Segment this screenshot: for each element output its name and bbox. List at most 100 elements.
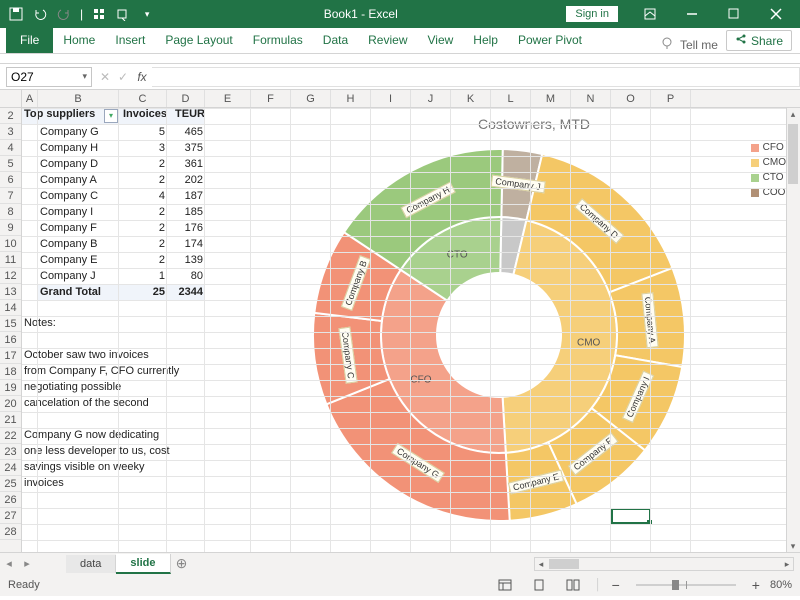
share-button[interactable]: Share <box>726 30 792 51</box>
col-header-P[interactable]: P <box>651 90 691 107</box>
name-box-dropdown-icon[interactable]: ▾ <box>82 71 87 82</box>
row-header-7[interactable]: 7 <box>0 188 21 204</box>
cell-grand-total-invoices[interactable]: 25 <box>119 284 167 300</box>
sheet-nav-last-icon[interactable]: ▸ <box>18 557 36 570</box>
col-header-M[interactable]: M <box>531 90 571 107</box>
cell-supplier-6[interactable]: Company F <box>38 220 119 236</box>
cell-teur-7[interactable]: 174 <box>167 236 205 252</box>
hscroll-thumb[interactable] <box>549 559 579 569</box>
tab-page-layout[interactable]: Page Layout <box>155 28 242 53</box>
cell-grand-total-teur[interactable]: 2344 <box>167 284 205 300</box>
vertical-scrollbar[interactable]: ▴ ▾ <box>786 108 800 552</box>
row-header-27[interactable]: 27 <box>0 508 21 524</box>
sheet-tab-slide[interactable]: slide <box>116 554 170 574</box>
cell-teur-5[interactable]: 185 <box>167 204 205 220</box>
row-header-13[interactable]: 13 <box>0 284 21 300</box>
cell-invoices-1[interactable]: 3 <box>119 140 167 156</box>
row-header-8[interactable]: 8 <box>0 204 21 220</box>
tab-home[interactable]: Home <box>53 28 105 53</box>
qat-customize-icon[interactable]: ▾ <box>139 6 155 22</box>
scroll-right-icon[interactable]: ▸ <box>781 558 793 570</box>
tab-power-pivot[interactable]: Power Pivot <box>508 28 592 53</box>
row-header-6[interactable]: 6 <box>0 172 21 188</box>
cell-invoices-4[interactable]: 4 <box>119 188 167 204</box>
cell-teur-2[interactable]: 361 <box>167 156 205 172</box>
tab-review[interactable]: Review <box>358 28 417 53</box>
cell-invoices-3[interactable]: 2 <box>119 172 167 188</box>
vscroll-thumb[interactable] <box>788 124 798 184</box>
zoom-knob[interactable] <box>672 580 679 590</box>
zoom-slider[interactable] <box>636 584 736 586</box>
close-button[interactable] <box>756 0 796 28</box>
row-header-23[interactable]: 23 <box>0 444 21 460</box>
row-header-3[interactable]: 3 <box>0 124 21 140</box>
cell-invoices-7[interactable]: 2 <box>119 236 167 252</box>
row-header-22[interactable]: 22 <box>0 428 21 444</box>
fx-icon[interactable]: fx <box>132 70 152 84</box>
cell-supplier-0[interactable]: Company G <box>38 124 119 140</box>
tab-formulas[interactable]: Formulas <box>243 28 313 53</box>
col-header-I[interactable]: I <box>371 90 411 107</box>
row-header-10[interactable]: 10 <box>0 236 21 252</box>
scroll-up-icon[interactable]: ▴ <box>787 108 799 120</box>
row-header-9[interactable]: 9 <box>0 220 21 236</box>
row-header-21[interactable]: 21 <box>0 412 21 428</box>
cell-teur-1[interactable]: 375 <box>167 140 205 156</box>
redo-icon[interactable] <box>56 6 72 22</box>
zoom-in-button[interactable]: + <box>752 577 760 593</box>
save-icon[interactable] <box>8 6 24 22</box>
name-box[interactable]: O27 ▾ <box>6 67 92 87</box>
cell-invoices-6[interactable]: 2 <box>119 220 167 236</box>
col-header-B[interactable]: B <box>38 90 119 107</box>
col-header-H[interactable]: H <box>331 90 371 107</box>
col-header-F[interactable]: F <box>251 90 291 107</box>
qat-addin-icon[interactable] <box>115 6 131 22</box>
col-header-E[interactable]: E <box>205 90 251 107</box>
sunburst-chart[interactable]: Costowners, MTD CFO CMO CTO COO CMOCFOCT… <box>274 112 794 542</box>
cell-supplier-8[interactable]: Company E <box>38 252 119 268</box>
row-header-24[interactable]: 24 <box>0 460 21 476</box>
row-header-17[interactable]: 17 <box>0 348 21 364</box>
new-sheet-button[interactable]: ⊕ <box>171 555 193 572</box>
zoom-level[interactable]: 80% <box>770 579 792 591</box>
cell-grand-total-label[interactable]: Grand Total <box>38 284 119 300</box>
minimize-button[interactable] <box>672 0 712 28</box>
cell-supplier-9[interactable]: Company J <box>38 268 119 284</box>
col-header-J[interactable]: J <box>411 90 451 107</box>
maximize-button[interactable] <box>714 0 754 28</box>
col-header-K[interactable]: K <box>451 90 491 107</box>
row-header-19[interactable]: 19 <box>0 380 21 396</box>
view-page-break-icon[interactable] <box>561 577 585 593</box>
undo-icon[interactable] <box>32 6 48 22</box>
row-header-2[interactable]: 2 <box>0 108 21 124</box>
cell-supplier-2[interactable]: Company D <box>38 156 119 172</box>
cell-invoices-2[interactable]: 2 <box>119 156 167 172</box>
row-header-28[interactable]: 28 <box>0 524 21 540</box>
row-header-16[interactable]: 16 <box>0 332 21 348</box>
tell-me[interactable]: Tell me <box>660 36 718 53</box>
col-header-N[interactable]: N <box>571 90 611 107</box>
row-header-12[interactable]: 12 <box>0 268 21 284</box>
cell-teur-6[interactable]: 176 <box>167 220 205 236</box>
row-header-15[interactable]: 15 <box>0 316 21 332</box>
view-page-layout-icon[interactable] <box>527 577 551 593</box>
select-all-corner[interactable] <box>0 90 22 108</box>
tab-data[interactable]: Data <box>313 28 358 53</box>
col-header-L[interactable]: L <box>491 90 531 107</box>
horizontal-scrollbar[interactable]: ◂ ▸ <box>534 557 794 571</box>
ribbon-display-options-icon[interactable] <box>630 0 670 28</box>
cell-teur-8[interactable]: 139 <box>167 252 205 268</box>
formula-input[interactable] <box>152 67 800 87</box>
tab-view[interactable]: View <box>418 28 464 53</box>
cell-supplier-5[interactable]: Company I <box>38 204 119 220</box>
sign-in-button[interactable]: Sign in <box>566 6 618 22</box>
worksheet-grid[interactable]: 2345678910111213141516171819202122232425… <box>0 90 800 552</box>
sheet-nav-first-icon[interactable]: ◂ <box>0 557 18 570</box>
cell-supplier-1[interactable]: Company H <box>38 140 119 156</box>
cell-teur-9[interactable]: 80 <box>167 268 205 284</box>
cell-supplier-4[interactable]: Company C <box>38 188 119 204</box>
zoom-out-button[interactable]: − <box>612 577 620 593</box>
row-header-26[interactable]: 26 <box>0 492 21 508</box>
scroll-down-icon[interactable]: ▾ <box>787 540 799 552</box>
filter-button-suppliers[interactable]: ▾ <box>104 109 118 123</box>
